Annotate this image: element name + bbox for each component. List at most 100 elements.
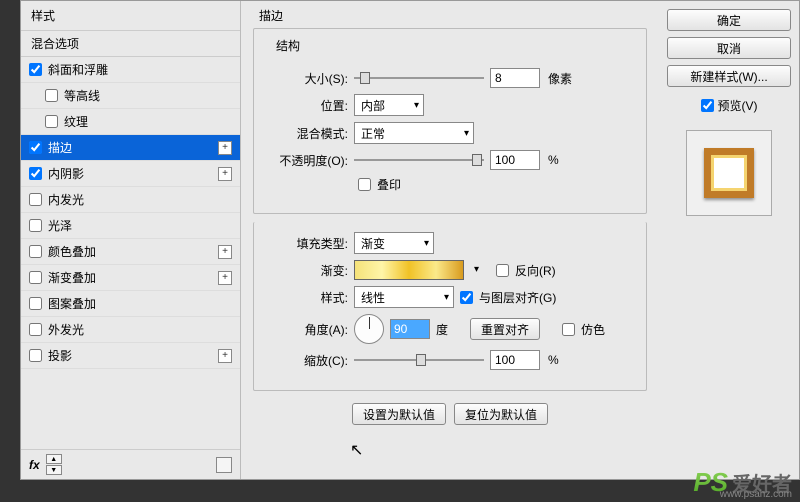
- style-label: 外发光: [48, 321, 232, 338]
- style-checkbox[interactable]: [45, 89, 58, 102]
- panel-title: 描边: [253, 7, 647, 24]
- size-label: 大小(S):: [268, 70, 348, 87]
- dither-checkbox[interactable]: [562, 323, 575, 336]
- style-checkbox[interactable]: [29, 141, 42, 154]
- blendmode-select[interactable]: 正常: [354, 122, 474, 144]
- scale-slider[interactable]: [354, 352, 484, 368]
- style-label: 纹理: [64, 113, 232, 130]
- angle-unit: 度: [436, 321, 448, 338]
- style-row-7[interactable]: 颜色叠加+: [21, 239, 240, 265]
- style-row-10[interactable]: 外发光: [21, 317, 240, 343]
- opacity-unit: %: [548, 153, 559, 167]
- size-input[interactable]: [490, 68, 540, 88]
- style-row-2[interactable]: 纹理: [21, 109, 240, 135]
- style-label: 内阴影: [48, 165, 218, 182]
- fill-group: 填充类型: 渐变 渐变: 反向(R) 样式: 线性 与图层对齐(G) 角度(A)…: [253, 222, 647, 391]
- overprint-label: 叠印: [377, 176, 401, 193]
- gradient-swatch[interactable]: [354, 260, 464, 280]
- style-checkbox[interactable]: [29, 167, 42, 180]
- opacity-slider[interactable]: [354, 152, 484, 168]
- opacity-input[interactable]: [490, 150, 540, 170]
- move-up-button[interactable]: ▲: [46, 454, 62, 464]
- style-label: 渐变叠加: [48, 269, 218, 286]
- style-checkbox[interactable]: [29, 245, 42, 258]
- reverse-checkbox[interactable]: [496, 264, 509, 277]
- size-slider[interactable]: [354, 70, 484, 86]
- style-row-6[interactable]: 光泽: [21, 213, 240, 239]
- style-label: 图案叠加: [48, 295, 232, 312]
- filltype-select[interactable]: 渐变: [354, 232, 434, 254]
- style-label: 内发光: [48, 191, 232, 208]
- blending-options-row[interactable]: 混合选项: [21, 31, 240, 57]
- style-row-3[interactable]: 描边+: [21, 135, 240, 161]
- preview-square: [704, 148, 754, 198]
- style-checkbox[interactable]: [29, 219, 42, 232]
- size-unit: 像素: [548, 70, 572, 87]
- style-checkbox[interactable]: [45, 115, 58, 128]
- reorder-arrows: ▲ ▼: [46, 454, 62, 475]
- reset-align-button[interactable]: 重置对齐: [470, 318, 540, 340]
- styles-list-panel: 样式 混合选项 斜面和浮雕等高线纹理描边+内阴影+内发光光泽颜色叠加+渐变叠加+…: [21, 1, 241, 479]
- style-row-8[interactable]: 渐变叠加+: [21, 265, 240, 291]
- angle-input[interactable]: [390, 319, 430, 339]
- align-label: 与图层对齐(G): [479, 289, 556, 306]
- style-label: 斜面和浮雕: [48, 61, 232, 78]
- filltype-label: 填充类型:: [268, 235, 348, 252]
- reset-default-button[interactable]: 复位为默认值: [454, 403, 548, 425]
- scale-label: 缩放(C):: [268, 352, 348, 369]
- dialog-buttons-panel: 确定 取消 新建样式(W)... 预览(V): [659, 1, 799, 479]
- dither-label: 仿色: [581, 321, 605, 338]
- preview-checkbox[interactable]: [701, 99, 714, 112]
- gradstyle-select[interactable]: 线性: [354, 286, 454, 308]
- overprint-checkbox[interactable]: [358, 178, 371, 191]
- style-row-9[interactable]: 图案叠加: [21, 291, 240, 317]
- style-row-4[interactable]: 内阴影+: [21, 161, 240, 187]
- reverse-label: 反向(R): [515, 262, 556, 279]
- stroke-settings-panel: 描边 结构 大小(S): 像素 位置: 内部 混合模式: 正常 不透明度(O):: [241, 1, 659, 479]
- delete-style-button[interactable]: [216, 457, 232, 473]
- style-checkbox[interactable]: [29, 193, 42, 206]
- position-select[interactable]: 内部: [354, 94, 424, 116]
- angle-dial[interactable]: [354, 314, 384, 344]
- watermark-url: www.psahz.com: [720, 489, 792, 500]
- preview-thumbnail: [686, 130, 772, 216]
- style-label: 等高线: [64, 87, 232, 104]
- style-checkbox[interactable]: [29, 297, 42, 310]
- style-checkbox[interactable]: [29, 323, 42, 336]
- add-effect-icon[interactable]: +: [218, 167, 232, 181]
- style-checkbox[interactable]: [29, 271, 42, 284]
- opacity-label: 不透明度(O):: [268, 152, 348, 169]
- add-effect-icon[interactable]: +: [218, 271, 232, 285]
- structure-legend: 结构: [272, 37, 304, 54]
- move-down-button[interactable]: ▼: [46, 465, 62, 475]
- style-label: 颜色叠加: [48, 243, 218, 260]
- add-effect-icon[interactable]: +: [218, 349, 232, 363]
- gradstyle-label: 样式:: [268, 289, 348, 306]
- add-effect-icon[interactable]: +: [218, 245, 232, 259]
- style-row-0[interactable]: 斜面和浮雕: [21, 57, 240, 83]
- watermark: PS 爱好者 www.psahz.com: [693, 467, 792, 498]
- angle-label: 角度(A):: [268, 321, 348, 338]
- style-row-5[interactable]: 内发光: [21, 187, 240, 213]
- layer-style-dialog: 样式 混合选项 斜面和浮雕等高线纹理描边+内阴影+内发光光泽颜色叠加+渐变叠加+…: [20, 0, 800, 480]
- styles-header: 样式: [21, 1, 240, 31]
- style-label: 光泽: [48, 217, 232, 234]
- gradient-label: 渐变:: [268, 262, 348, 279]
- scale-input[interactable]: [490, 350, 540, 370]
- fx-icon[interactable]: fx: [29, 458, 40, 472]
- align-checkbox[interactable]: [460, 291, 473, 304]
- ok-button[interactable]: 确定: [667, 9, 791, 31]
- style-label: 描边: [48, 139, 218, 156]
- blendmode-label: 混合模式:: [268, 125, 348, 142]
- style-row-11[interactable]: 投影+: [21, 343, 240, 369]
- preview-label: 预览(V): [718, 97, 758, 114]
- cancel-button[interactable]: 取消: [667, 37, 791, 59]
- cursor-icon: ↖: [350, 440, 363, 460]
- style-checkbox[interactable]: [29, 63, 42, 76]
- style-row-1[interactable]: 等高线: [21, 83, 240, 109]
- new-style-button[interactable]: 新建样式(W)...: [667, 65, 791, 87]
- structure-group: 结构 大小(S): 像素 位置: 内部 混合模式: 正常 不透明度(O): %: [253, 28, 647, 214]
- set-default-button[interactable]: 设置为默认值: [352, 403, 446, 425]
- style-checkbox[interactable]: [29, 349, 42, 362]
- add-effect-icon[interactable]: +: [218, 141, 232, 155]
